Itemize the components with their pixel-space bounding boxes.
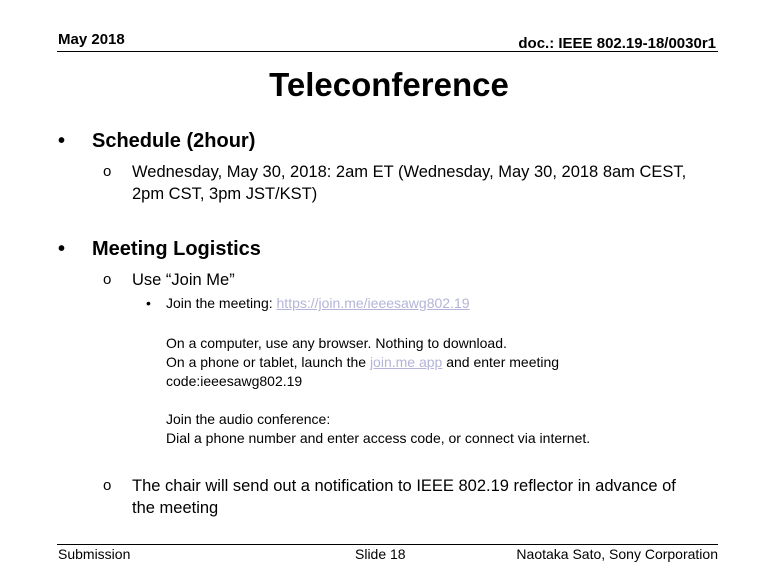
schedule-text: Wednesday, May 30, 2018: 2am ET (Wednesd…: [132, 163, 687, 203]
join-details: On a computer, use any browser. Nothing …: [166, 334, 590, 448]
schedule-item: o Wednesday, May 30, 2018: 2am ET (Wedne…: [103, 161, 703, 205]
footer-slide-number: Slide 18: [355, 546, 406, 562]
join-meeting-label: Join the meeting:: [166, 295, 277, 311]
circle-bullet-icon: o: [103, 271, 112, 288]
audio-heading: Join the audio conference:: [166, 411, 331, 427]
circle-bullet-icon: o: [103, 477, 112, 494]
join-me-text: Use “Join Me”: [132, 271, 235, 289]
header-divider: [57, 51, 718, 52]
section-meeting-logistics: • Meeting Logistics: [58, 238, 261, 261]
computer-instructions: On a computer, use any browser. Nothing …: [166, 335, 507, 351]
section-heading: Meeting Logistics: [92, 238, 261, 260]
bullet-icon: •: [146, 295, 151, 311]
footer-author: Naotaka Sato, Sony Corporation: [516, 546, 718, 562]
meeting-code: code:ieeesawg802.19: [166, 373, 303, 389]
header-date: May 2018: [58, 31, 125, 48]
bullet-icon: •: [58, 238, 66, 260]
section-schedule: • Schedule (2hour): [58, 130, 255, 153]
notification-item: o The chair will send out a notification…: [103, 475, 703, 519]
header-doc-id: doc.: IEEE 802.19-18/0030r1: [518, 35, 716, 52]
join-me-item: o Use “Join Me”: [103, 269, 235, 291]
join-meeting-subitem: • Join the meeting: https://join.me/ieee…: [146, 294, 470, 313]
join-meeting-link[interactable]: https://join.me/ieeesawg802.19: [277, 295, 470, 311]
slide-title: Teleconference: [269, 66, 509, 103]
audio-instructions: Dial a phone number and enter access cod…: [166, 430, 591, 446]
circle-bullet-icon: o: [103, 163, 112, 180]
phone-instructions: On a phone or tablet, launch the join.me…: [166, 354, 560, 370]
footer-divider: [57, 544, 718, 545]
section-heading: Schedule (2hour): [92, 130, 256, 152]
join-me-app-link[interactable]: join.me app: [370, 354, 442, 370]
bullet-icon: •: [58, 130, 66, 152]
footer-submission: Submission: [58, 546, 131, 562]
notification-text: The chair will send out a notification t…: [132, 477, 676, 517]
